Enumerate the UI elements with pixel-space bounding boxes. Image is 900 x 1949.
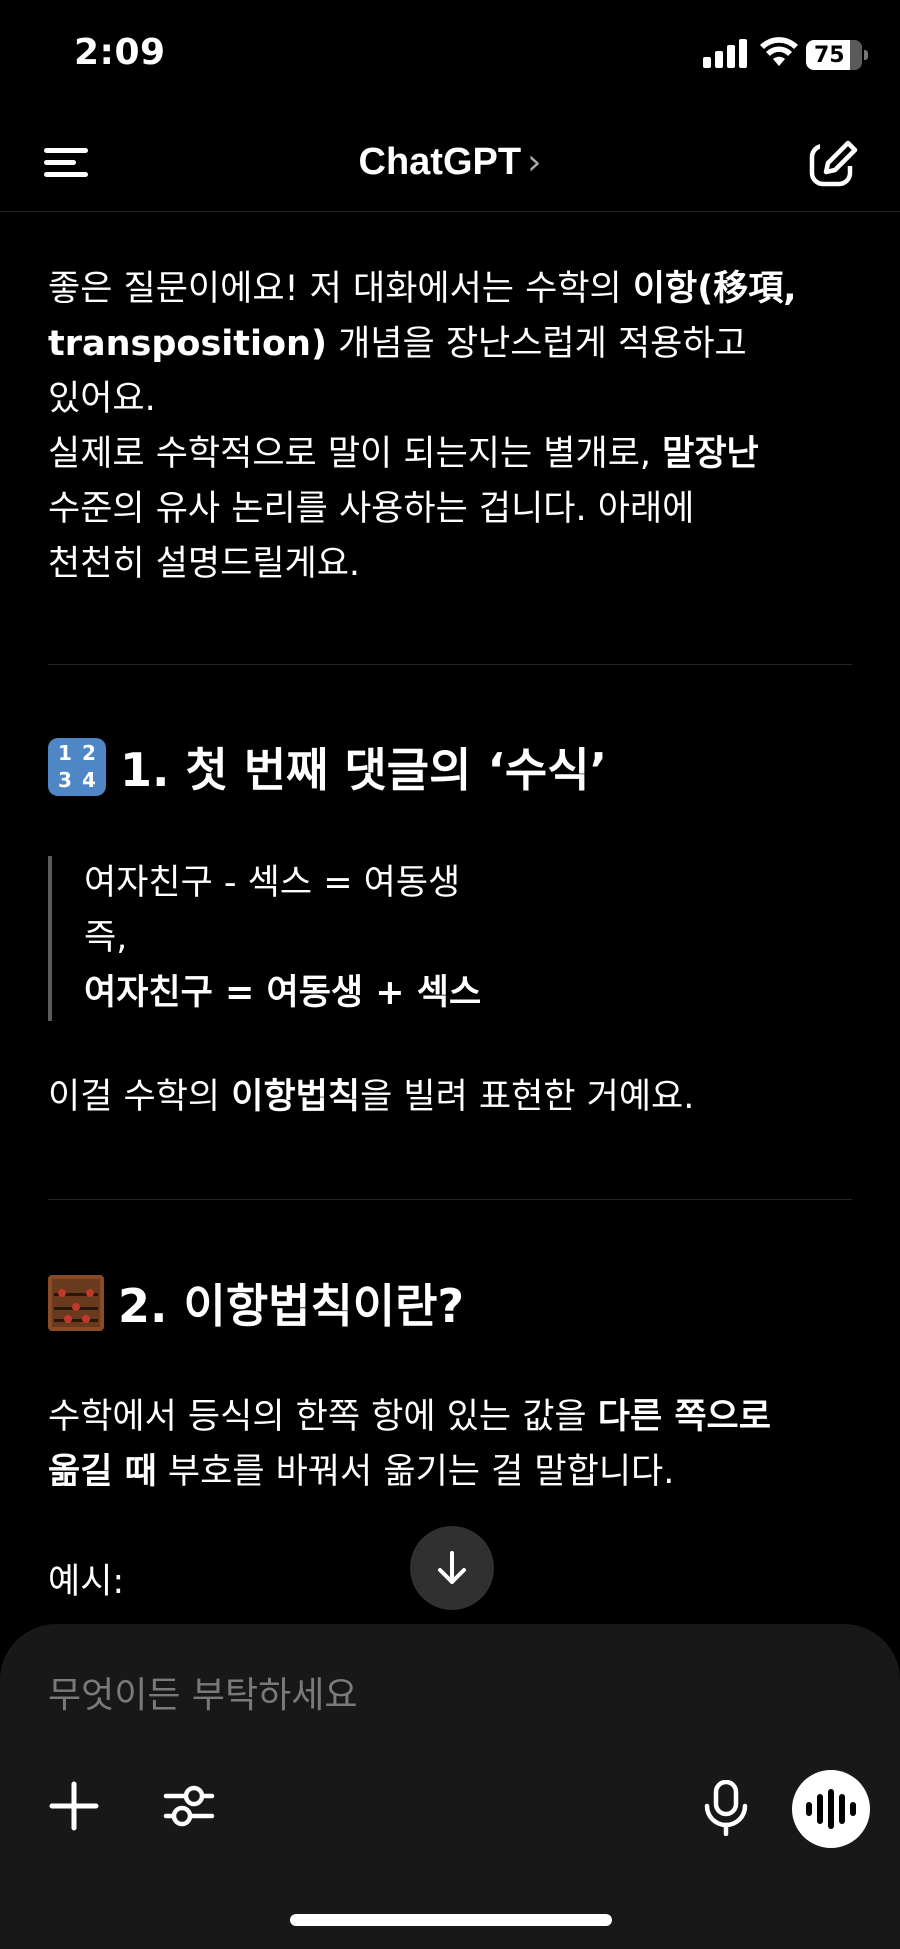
status-time: 2:09 — [74, 32, 166, 73]
quote-line: 여자친구 = 여동생 + 섹스 — [84, 973, 482, 1013]
message-line: 좋은 질문이에요! 저 대화에서는 수학의 이항(移項, — [48, 269, 797, 309]
section-divider — [48, 664, 852, 665]
wifi-icon — [760, 37, 798, 66]
message-line: 있어요. — [48, 379, 156, 419]
message-line: transposition) 개념을 장난스럽게 적용하고 — [48, 324, 747, 364]
section-heading-text: 2. 이항법칙이란? — [118, 1279, 465, 1333]
status-bar: 2:09 75 — [0, 0, 900, 110]
section1-paragraph: 이걸 수학의 이항법칙을 빌려 표현한 거예요. — [48, 1077, 695, 1117]
menu-button[interactable] — [40, 142, 96, 182]
plus-icon[interactable] — [48, 1780, 100, 1832]
section-divider — [48, 1199, 852, 1200]
assistant-message: 좋은 질문이에요! 저 대화에서는 수학의 이항(移項, transpositi… — [48, 262, 860, 592]
chevron-right-icon: › — [527, 141, 542, 183]
voice-mode-button[interactable] — [792, 1770, 870, 1848]
section-heading-2: 2. 이항법칙이란? — [48, 1270, 464, 1336]
section-heading-text: 1. 첫 번째 댓글의 ‘수식’ — [120, 743, 608, 797]
cellular-signal-icon — [703, 38, 747, 68]
input-numbers-icon: 12 34 — [48, 738, 106, 796]
message-input[interactable] — [48, 1662, 748, 1728]
message-line: 실제로 수학적으로 말이 되는지는 별개로, 말장난 — [48, 434, 759, 474]
sliders-icon[interactable] — [162, 1780, 216, 1832]
quote-line: 즉, — [84, 918, 128, 958]
message-line: 천천히 설명드릴게요. — [48, 544, 361, 584]
quote-line: 여자친구 - 섹스 = 여동생 — [84, 863, 461, 903]
voice-waveform-icon — [806, 1802, 812, 1816]
message-composer — [0, 1624, 900, 1949]
app-header: ChatGPT › — [0, 110, 900, 212]
section-heading-1: 12 34 1. 첫 번째 댓글의 ‘수식’ — [48, 734, 607, 800]
message-line: 수준의 유사 논리를 사용하는 겁니다. 아래에 — [48, 489, 695, 529]
scroll-down-button[interactable] — [410, 1526, 494, 1610]
menu-icon — [44, 148, 88, 153]
compose-icon[interactable] — [806, 136, 862, 192]
page-title: ChatGPT — [358, 140, 522, 183]
battery-indicator: 75 — [806, 40, 868, 70]
abacus-icon — [48, 1275, 104, 1331]
battery-level: 75 — [814, 42, 845, 68]
model-selector[interactable]: ChatGPT › — [330, 136, 570, 188]
mic-icon[interactable] — [702, 1780, 750, 1836]
section2-paragraph: 수학에서 등식의 한쪽 항에 있는 값을 다른 쪽으로 옮길 때 부호를 바꿔서… — [48, 1397, 771, 1492]
arrow-down-icon — [438, 1551, 466, 1584]
blockquote: 여자친구 - 섹스 = 여동생 즉, 여자친구 = 여동생 + 섹스 — [48, 856, 748, 1021]
home-indicator — [290, 1914, 612, 1926]
